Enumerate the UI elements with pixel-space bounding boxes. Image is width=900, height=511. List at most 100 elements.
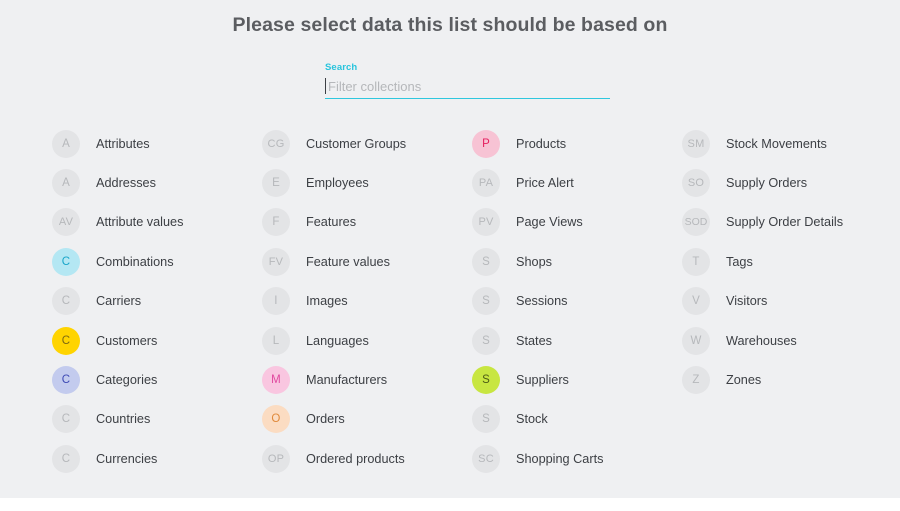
collection-item-label: Stock <box>516 412 548 427</box>
collection-item-label: Features <box>306 215 357 230</box>
avatar: V <box>682 287 710 316</box>
avatar: T <box>682 247 710 276</box>
collection-item[interactable]: S Stock <box>472 400 682 439</box>
collection-item[interactable]: I Images <box>262 282 472 321</box>
avatar: F <box>262 208 290 237</box>
collection-item-label: Page Views <box>516 215 583 230</box>
collection-item-label: Attribute values <box>96 215 184 230</box>
avatar: SOD <box>682 208 710 237</box>
avatar: M <box>262 366 290 395</box>
collection-item[interactable]: W Warehouses <box>682 321 892 360</box>
collection-item[interactable]: SO Supply Orders <box>682 163 892 202</box>
collection-item[interactable]: A Attributes <box>52 124 262 163</box>
avatar: S <box>472 247 500 276</box>
avatar: W <box>682 326 710 355</box>
collection-item[interactable]: S Shops <box>472 242 682 281</box>
collection-item-label: Visitors <box>726 294 768 309</box>
avatar: S <box>472 366 500 395</box>
collection-item-label: Images <box>306 294 348 309</box>
collection-item-label: Tags <box>726 254 753 269</box>
collection-item[interactable]: CG Customer Groups <box>262 124 472 163</box>
collection-item-label: Customer Groups <box>306 136 407 151</box>
avatar: A <box>52 129 80 158</box>
search-input[interactable] <box>328 76 610 97</box>
avatar: A <box>52 169 80 198</box>
avatar: C <box>52 444 80 473</box>
collection-item[interactable]: SC Shopping Carts <box>472 439 682 478</box>
column-3: P Products PA Price Alert PV Page Views S Shops… <box>472 124 682 479</box>
collection-item[interactable]: P Products <box>472 124 682 163</box>
collection-item-label: Countries <box>96 412 151 427</box>
collection-item[interactable]: PA Price Alert <box>472 163 682 202</box>
search-field-group: Search <box>325 62 610 99</box>
collection-item-label: Shopping Carts <box>516 451 604 466</box>
collection-item[interactable]: SOD Supply Order Details <box>682 203 892 242</box>
collection-item-label: Shops <box>516 254 552 269</box>
avatar: PA <box>472 169 500 198</box>
collection-item[interactable]: S Sessions <box>472 282 682 321</box>
collection-item-label: Categories <box>96 373 158 388</box>
collection-item[interactable]: S States <box>472 321 682 360</box>
collection-item-label: Carriers <box>96 294 142 309</box>
collection-item[interactable]: OP Ordered products <box>262 439 472 478</box>
collection-item[interactable]: C Combinations <box>52 242 262 281</box>
collection-item-label: Price Alert <box>516 176 574 191</box>
collection-item[interactable]: L Languages <box>262 321 472 360</box>
collection-item[interactable]: SM Stock Movements <box>682 124 892 163</box>
collection-item-label: Supply Order Details <box>726 215 844 230</box>
collection-item-label: Attributes <box>96 136 150 151</box>
collection-item-label: Products <box>516 136 567 151</box>
avatar: P <box>472 129 500 158</box>
avatar: Z <box>682 366 710 395</box>
collection-item-label: Languages <box>306 333 369 348</box>
collection-item[interactable]: M Manufacturers <box>262 360 472 399</box>
collection-item[interactable]: Z Zones <box>682 360 892 399</box>
collections-grid: A Attributes A Addresses AV Attribute values C… <box>0 124 900 479</box>
collection-item-label: Warehouses <box>726 333 797 348</box>
collection-item-label: Currencies <box>96 451 158 466</box>
page-title: Please select data this list should be b… <box>232 14 668 36</box>
avatar: SO <box>682 169 710 198</box>
collection-item[interactable]: C Customers <box>52 321 262 360</box>
collection-item[interactable]: S Suppliers <box>472 360 682 399</box>
avatar: PV <box>472 208 500 237</box>
collection-item[interactable]: F Features <box>262 203 472 242</box>
collection-item[interactable]: T Tags <box>682 242 892 281</box>
collection-item[interactable]: C Carriers <box>52 282 262 321</box>
collection-item[interactable]: O Orders <box>262 400 472 439</box>
avatar: FV <box>262 247 290 276</box>
avatar: O <box>262 405 290 434</box>
avatar: AV <box>52 208 80 237</box>
collection-item-label: Addresses <box>96 176 156 191</box>
avatar: S <box>472 405 500 434</box>
search-label: Search <box>325 62 358 73</box>
collection-item[interactable]: FV Feature values <box>262 242 472 281</box>
collection-item-label: Employees <box>306 176 369 191</box>
collection-item[interactable]: C Countries <box>52 400 262 439</box>
avatar: SC <box>472 444 500 473</box>
avatar: S <box>472 287 500 316</box>
text-caret <box>325 78 326 94</box>
collection-item[interactable]: C Currencies <box>52 439 262 478</box>
avatar: C <box>52 287 80 316</box>
column-4: SM Stock Movements SO Supply Orders SOD Suppl… <box>682 124 892 479</box>
column-1: A Attributes A Addresses AV Attribute values C… <box>52 124 262 479</box>
collection-item[interactable]: C Categories <box>52 360 262 399</box>
collection-picker-page: Please select data this list should be b… <box>0 0 900 498</box>
collection-item-label: Ordered products <box>306 451 405 466</box>
collection-item[interactable]: V Visitors <box>682 282 892 321</box>
avatar: C <box>52 326 80 355</box>
avatar: C <box>52 366 80 395</box>
collection-item[interactable]: AV Attribute values <box>52 203 262 242</box>
collection-item-label: Manufacturers <box>306 373 388 388</box>
collection-item[interactable]: E Employees <box>262 163 472 202</box>
collection-item-label: Feature values <box>306 254 390 269</box>
column-2: CG Customer Groups E Employees F Features FV Fe… <box>262 124 472 479</box>
collection-item-label: States <box>516 333 552 348</box>
collection-item-label: Supply Orders <box>726 176 808 191</box>
collection-item-label: Customers <box>96 333 158 348</box>
collection-item[interactable]: A Addresses <box>52 163 262 202</box>
avatar: SM <box>682 129 710 158</box>
collection-item[interactable]: PV Page Views <box>472 203 682 242</box>
avatar: C <box>52 247 80 276</box>
